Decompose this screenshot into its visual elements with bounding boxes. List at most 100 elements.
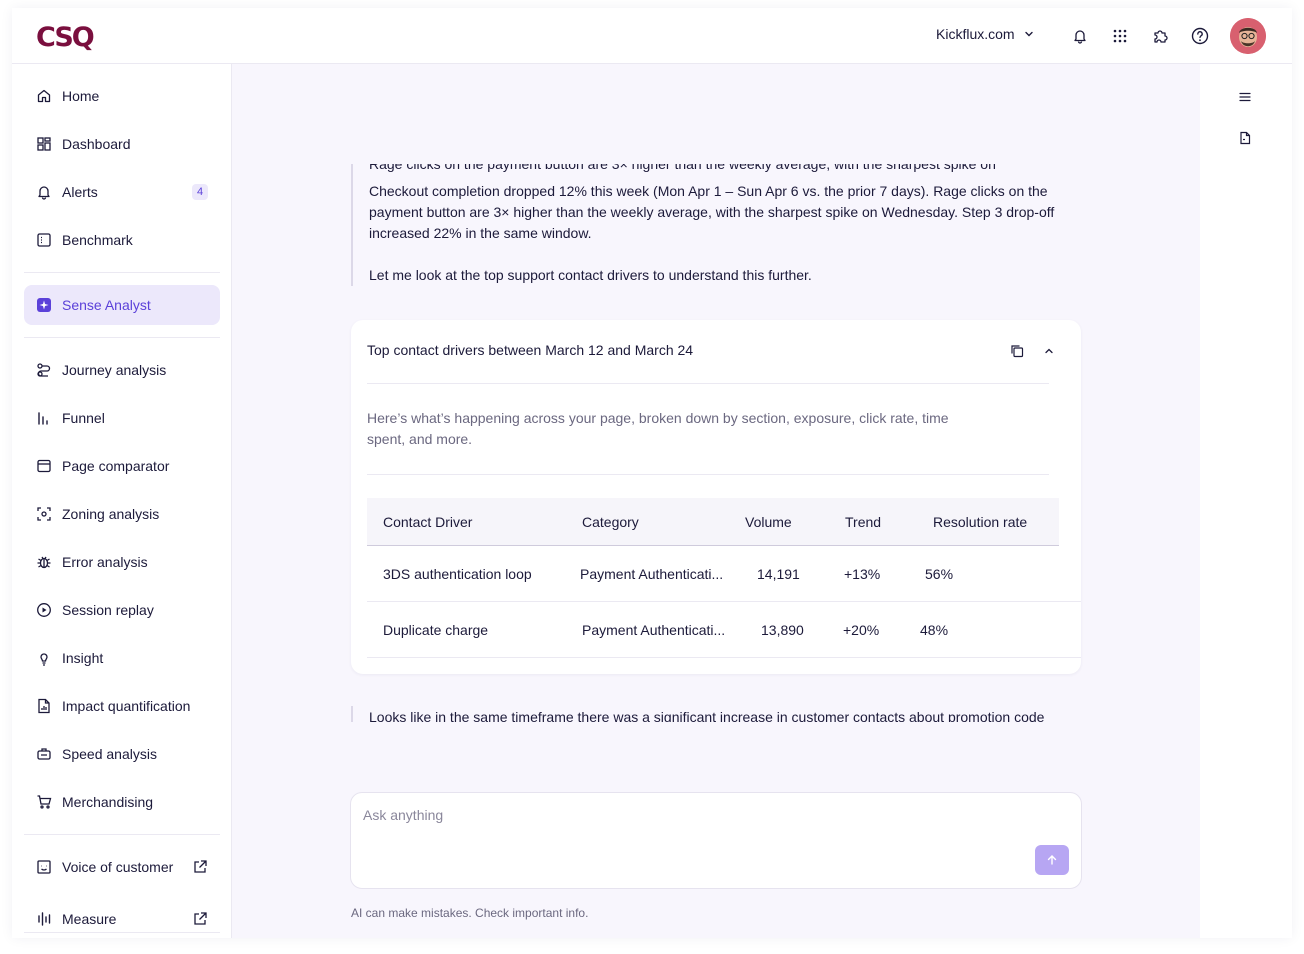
table-cell: 56%	[925, 566, 954, 582]
speed-icon	[37, 748, 51, 760]
sidebar-item-label: Dashboard	[62, 136, 131, 152]
voice-icon	[37, 860, 51, 874]
column-header[interactable]: Category	[582, 514, 639, 530]
table-cell: 48%	[920, 622, 949, 638]
message-text: Looks like in the same timeframe there w…	[369, 709, 1045, 722]
column-header[interactable]: Contact Driver	[383, 514, 472, 530]
sidebar-item-label: Insight	[62, 650, 104, 666]
table-cell: 3DS authentication loop	[383, 566, 532, 582]
sidebar-item-label: Voice of customer	[62, 859, 174, 875]
sidebar-item-label: Sense Analyst	[62, 297, 151, 313]
external-link-icon	[194, 860, 207, 873]
card-divider	[367, 474, 1049, 475]
table-cell: +20%	[843, 622, 880, 638]
message-paragraph: Checkout completion dropped 12% this wee…	[369, 183, 1055, 241]
chat-area[interactable]: Rage clicks on the payment button are 3×…	[232, 64, 1200, 938]
zoning-icon	[37, 507, 51, 521]
sidebar-item-label: Page comparator	[62, 458, 170, 474]
table-cell: +13%	[844, 566, 881, 582]
sidebar-item-label: Benchmark	[62, 232, 133, 248]
cart-icon	[37, 795, 52, 809]
sidebar-item-session-replay[interactable]: Session replay	[24, 590, 220, 630]
sidebar-item-label: Impact quantification	[62, 698, 191, 714]
sidebar-divider	[24, 932, 220, 933]
chevron-down-icon	[1024, 31, 1033, 37]
sidebar-item-insight[interactable]: Insight	[24, 638, 220, 678]
card-divider	[367, 383, 1049, 384]
document-icon[interactable]	[1238, 131, 1252, 145]
row-divider	[367, 601, 1081, 602]
sidebar-item-benchmark[interactable]: Benchmark	[24, 220, 220, 260]
table-cell: Payment Authenticati...	[580, 566, 724, 582]
top-bar: CSQ Kickflux.com	[12, 8, 1292, 64]
menu-icon[interactable]	[1238, 90, 1252, 104]
message-paragraph: Let me look at the top support contact d…	[369, 267, 812, 283]
sidebar-item-error-analysis[interactable]: Error analysis	[24, 542, 220, 582]
copy-icon[interactable]	[1009, 343, 1025, 359]
sidebar-item-label: Journey analysis	[62, 362, 167, 378]
table-cell: Duplicate charge	[383, 622, 489, 638]
chat-input[interactable]	[363, 807, 963, 823]
csq-logo[interactable]: CSQ	[36, 22, 95, 53]
sidebar-item-sense-analyst[interactable]: Sense Analyst	[24, 285, 220, 325]
grid-icon	[1113, 29, 1127, 43]
sidebar-item-voice-of-customer[interactable]: Voice of customer	[24, 847, 220, 887]
sidebar-item-label: Funnel	[62, 410, 105, 426]
sidebar-item-home[interactable]: Home	[24, 76, 220, 116]
sidebar-item-speed-analysis[interactable]: Speed analysis	[24, 734, 220, 774]
external-link-icon	[194, 912, 207, 925]
chevron-up-icon[interactable]	[1041, 343, 1057, 359]
lightbulb-icon	[40, 653, 48, 666]
column-header[interactable]: Volume	[745, 514, 792, 530]
card-title: Top contact drivers between March 12 and…	[367, 342, 694, 358]
page-comparator-icon	[37, 459, 51, 473]
sidebar-item-journey-analysis[interactable]: Journey analysis	[24, 350, 220, 390]
row-divider	[367, 657, 1081, 658]
app-window: CSQ Kickflux.com Home Dashboard Alerts 4…	[12, 8, 1292, 938]
notifications-button[interactable]	[1069, 25, 1091, 47]
dashboard-icon	[37, 137, 51, 151]
help-button[interactable]	[1189, 25, 1211, 47]
assistant-message-continued: Looks like in the same timeframe there w…	[351, 706, 1081, 722]
sidebar-item-label: Session replay	[62, 602, 154, 618]
sidebar-item-label: Error analysis	[62, 554, 148, 570]
sparkle-icon	[37, 298, 51, 312]
arrow-up-icon	[1047, 855, 1057, 865]
sidebar-item-merchandising[interactable]: Merchandising	[24, 782, 220, 822]
ai-disclaimer: AI can make mistakes. Check important in…	[351, 906, 589, 920]
contact-drivers-card: Top contact drivers between March 12 and…	[351, 320, 1081, 674]
chat-composer	[350, 792, 1082, 889]
sidebar-item-label: Measure	[62, 911, 117, 927]
column-header[interactable]: Resolution rate	[933, 514, 1027, 530]
card-description: Here’s what’s happening across your page…	[367, 410, 949, 447]
avatar-portrait	[1230, 18, 1266, 54]
bell-icon	[1074, 30, 1086, 44]
sidebar-item-label: Merchandising	[62, 794, 154, 810]
right-rail	[1200, 64, 1292, 938]
sidebar-item-alerts[interactable]: Alerts 4	[24, 172, 220, 212]
column-header[interactable]: Trend	[845, 514, 881, 530]
sidebar-item-zoning-analysis[interactable]: Zoning analysis	[24, 494, 220, 534]
site-selector[interactable]: Kickflux.com	[936, 26, 1035, 42]
send-button[interactable]	[1035, 845, 1069, 875]
sidebar-item-funnel[interactable]: Funnel	[24, 398, 220, 438]
sidebar-item-page-comparator[interactable]: Page comparator	[24, 446, 220, 486]
user-avatar[interactable]	[1230, 18, 1266, 54]
table-cell: 13,890	[761, 622, 804, 638]
sidebar-item-dashboard[interactable]: Dashboard	[24, 124, 220, 164]
sidebar-item-label: Speed analysis	[62, 746, 157, 762]
puzzle-icon	[1154, 30, 1168, 43]
alerts-count-badge: 4	[192, 184, 208, 200]
integrations-button[interactable]	[1149, 25, 1171, 47]
sidebar-divider	[24, 834, 220, 835]
site-name: Kickflux.com	[936, 26, 1015, 42]
bell-icon	[38, 186, 50, 200]
file-chart-icon	[38, 698, 50, 714]
apps-button[interactable]	[1109, 25, 1131, 47]
journey-icon	[37, 363, 51, 377]
funnel-icon	[38, 412, 48, 425]
sidebar-item-label: Alerts	[62, 184, 98, 200]
assistant-message: Checkout completion dropped 12% this wee…	[351, 174, 1081, 286]
sidebar-item-impact-quantification[interactable]: Impact quantification	[24, 686, 220, 726]
help-icon	[1191, 27, 1209, 45]
